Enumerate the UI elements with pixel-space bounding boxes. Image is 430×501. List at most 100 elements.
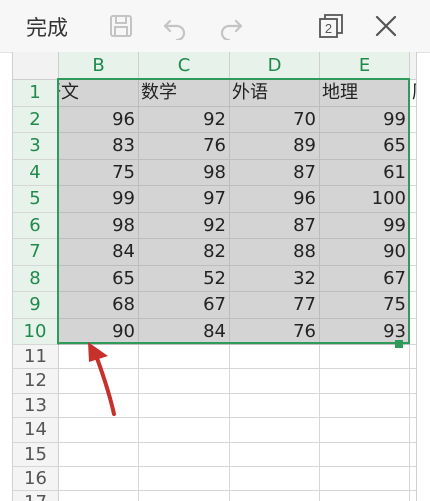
- table-cell[interactable]: 92: [139, 212, 230, 239]
- table-cell[interactable]: 87: [230, 159, 320, 186]
- table-cell[interactable]: 历: [410, 80, 416, 107]
- table-cell[interactable]: 地理: [320, 80, 410, 107]
- table-cell[interactable]: [139, 418, 230, 443]
- table-cell[interactable]: [320, 418, 410, 443]
- table-cell[interactable]: [230, 442, 320, 467]
- table-cell[interactable]: [320, 491, 410, 501]
- done-button[interactable]: 完成: [26, 12, 68, 42]
- table-cell[interactable]: 82: [139, 239, 230, 266]
- table-cell[interactable]: [410, 107, 416, 133]
- table-cell[interactable]: 数学: [139, 80, 230, 107]
- table-cell[interactable]: [230, 418, 320, 443]
- table-cell[interactable]: [410, 418, 416, 443]
- table-cell[interactable]: [410, 266, 416, 292]
- table-cell[interactable]: [410, 319, 416, 345]
- table-cell[interactable]: [139, 491, 230, 501]
- multi-window-icon[interactable]: 2: [317, 12, 345, 40]
- table-cell[interactable]: 67: [320, 265, 410, 292]
- table-cell[interactable]: 97: [139, 186, 230, 213]
- table-cell[interactable]: [410, 345, 416, 370]
- table-cell[interactable]: 100: [320, 186, 410, 213]
- table-cell[interactable]: 96: [59, 106, 139, 133]
- table-cell[interactable]: [139, 467, 230, 492]
- table-cell[interactable]: 外语: [230, 80, 320, 107]
- table-cell[interactable]: 98: [59, 212, 139, 239]
- table-cell[interactable]: 68: [59, 292, 139, 319]
- table-cell[interactable]: 70: [230, 106, 320, 133]
- row-header[interactable]: 3: [13, 133, 59, 160]
- table-cell[interactable]: [410, 394, 416, 419]
- table-cell[interactable]: [410, 186, 416, 213]
- table-cell[interactable]: [139, 393, 230, 419]
- row-header[interactable]: 14: [13, 418, 59, 443]
- column-header-e[interactable]: E: [320, 52, 410, 80]
- row-header[interactable]: 9: [13, 292, 59, 319]
- table-cell[interactable]: 75: [59, 159, 139, 186]
- row-header[interactable]: 12: [13, 369, 59, 394]
- table-cell[interactable]: 98: [139, 159, 230, 186]
- table-cell[interactable]: 88: [230, 239, 320, 266]
- table-cell[interactable]: [320, 393, 410, 419]
- row-header[interactable]: 1: [13, 80, 59, 107]
- table-cell[interactable]: [59, 491, 139, 501]
- table-cell[interactable]: [410, 160, 416, 186]
- table-cell[interactable]: 84: [59, 239, 139, 266]
- table-cell[interactable]: [410, 467, 416, 492]
- table-cell[interactable]: 32: [230, 265, 320, 292]
- table-cell[interactable]: 65: [59, 265, 139, 292]
- table-cell[interactable]: 76: [139, 133, 230, 160]
- table-cell[interactable]: [230, 467, 320, 492]
- table-cell[interactable]: 76: [230, 318, 320, 345]
- table-cell[interactable]: [230, 393, 320, 419]
- table-cell[interactable]: [410, 213, 416, 239]
- table-cell[interactable]: 83: [59, 133, 139, 160]
- table-cell[interactable]: 52: [139, 265, 230, 292]
- row-header[interactable]: 17: [13, 491, 59, 501]
- table-cell[interactable]: [320, 369, 410, 394]
- table-cell[interactable]: 65: [320, 133, 410, 160]
- undo-icon[interactable]: [161, 12, 189, 40]
- column-header-f[interactable]: [410, 52, 416, 80]
- save-icon[interactable]: [107, 12, 135, 40]
- table-cell[interactable]: 99: [59, 186, 139, 213]
- select-all-corner[interactable]: [13, 52, 59, 80]
- table-cell[interactable]: [320, 442, 410, 467]
- row-header[interactable]: 6: [13, 212, 59, 239]
- table-cell[interactable]: [59, 467, 139, 492]
- row-header[interactable]: 13: [13, 393, 59, 419]
- redo-icon[interactable]: [217, 12, 245, 40]
- column-header-d[interactable]: D: [230, 52, 320, 80]
- column-header-c[interactable]: C: [139, 52, 230, 80]
- column-header-b[interactable]: B: [59, 52, 139, 80]
- table-cell[interactable]: [230, 345, 320, 370]
- table-cell[interactable]: [410, 292, 416, 319]
- table-cell[interactable]: 61: [320, 159, 410, 186]
- table-cell[interactable]: 75: [320, 292, 410, 319]
- row-header[interactable]: 15: [13, 442, 59, 467]
- table-cell[interactable]: 语文: [59, 80, 139, 107]
- row-header[interactable]: 11: [13, 345, 59, 370]
- row-header[interactable]: 16: [13, 467, 59, 492]
- table-cell[interactable]: 96: [230, 186, 320, 213]
- table-cell[interactable]: [410, 369, 416, 394]
- selection-fill-handle[interactable]: [395, 340, 403, 348]
- table-cell[interactable]: [410, 239, 416, 266]
- table-cell[interactable]: [230, 491, 320, 501]
- row-header[interactable]: 5: [13, 186, 59, 213]
- table-cell[interactable]: 99: [320, 212, 410, 239]
- table-cell[interactable]: [59, 442, 139, 467]
- table-cell[interactable]: [320, 467, 410, 492]
- table-cell[interactable]: 84: [139, 318, 230, 345]
- table-cell[interactable]: 89: [230, 133, 320, 160]
- table-cell[interactable]: [320, 345, 410, 370]
- row-header[interactable]: 4: [13, 159, 59, 186]
- table-cell[interactable]: [139, 345, 230, 370]
- table-cell[interactable]: 90: [320, 239, 410, 266]
- table-cell[interactable]: 92: [139, 106, 230, 133]
- table-cell[interactable]: 67: [139, 292, 230, 319]
- table-cell[interactable]: [139, 442, 230, 467]
- table-cell[interactable]: [410, 443, 416, 467]
- row-header[interactable]: 8: [13, 265, 59, 292]
- table-cell[interactable]: 99: [320, 106, 410, 133]
- row-header[interactable]: 10: [13, 318, 59, 345]
